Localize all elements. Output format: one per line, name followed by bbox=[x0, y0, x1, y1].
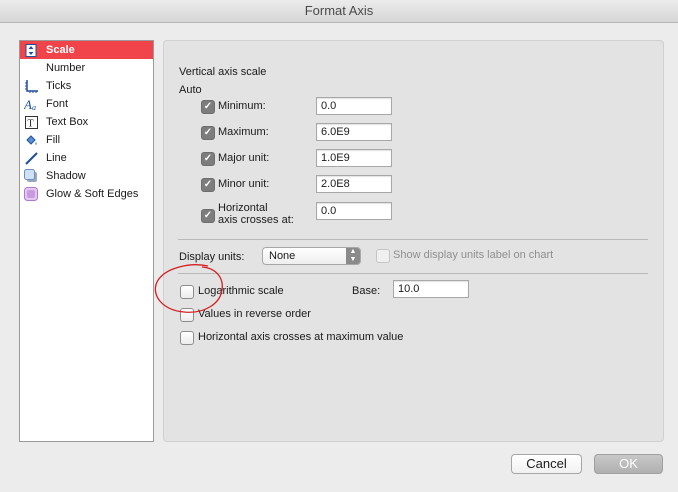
major-unit-auto-checkbox[interactable]: ✓ bbox=[201, 152, 215, 166]
minimum-label: Minimum: bbox=[218, 100, 266, 112]
divider bbox=[178, 239, 648, 240]
sidebar-item-label: Glow & Soft Edges bbox=[46, 188, 139, 200]
annotation-circle bbox=[154, 264, 223, 313]
text-box-icon: T bbox=[24, 115, 38, 129]
svg-text:T: T bbox=[27, 118, 33, 129]
minor-unit-auto-checkbox[interactable]: ✓ bbox=[201, 178, 215, 192]
sidebar-item-fill[interactable]: Fill bbox=[20, 131, 153, 149]
maximum-label: Maximum: bbox=[218, 126, 269, 138]
minimum-field[interactable] bbox=[316, 97, 392, 115]
horizontal-crosses-field[interactable] bbox=[316, 202, 392, 220]
horizontal-crosses-auto-checkbox[interactable]: ✓ bbox=[201, 209, 215, 223]
scale-panel: Vertical axis scale Auto ✓ Minimum: ✓ Ma… bbox=[163, 40, 664, 442]
cancel-button[interactable]: Cancel bbox=[511, 454, 582, 474]
show-units-label-checkbox[interactable] bbox=[376, 249, 390, 263]
sidebar-item-glow[interactable]: Glow & Soft Edges bbox=[20, 185, 153, 203]
minimum-auto-checkbox[interactable]: ✓ bbox=[201, 100, 215, 114]
show-units-label-text: Show display units label on chart bbox=[393, 249, 554, 261]
sidebar-item-label: Font bbox=[46, 98, 69, 110]
scale-heading: Vertical axis scale bbox=[179, 66, 267, 78]
maximum-auto-checkbox[interactable]: ✓ bbox=[201, 126, 215, 140]
major-unit-field[interactable] bbox=[316, 149, 392, 167]
line-icon bbox=[24, 151, 38, 165]
sidebar-item-label: Text Box bbox=[46, 116, 89, 128]
glow-icon bbox=[24, 187, 38, 201]
divider bbox=[178, 273, 648, 274]
ok-button[interactable]: OK bbox=[594, 454, 663, 474]
ticks-icon bbox=[24, 79, 38, 93]
sidebar-item-label: Scale bbox=[46, 44, 75, 56]
horizontal-crosses-label-line1: Horizontal bbox=[218, 202, 268, 214]
sidebar-item-text-box[interactable]: T Text Box bbox=[20, 113, 153, 131]
major-unit-label: Major unit: bbox=[218, 152, 270, 164]
svg-text:A: A bbox=[24, 97, 32, 111]
sidebar-item-line[interactable]: Line bbox=[20, 149, 153, 167]
sidebar-item-number[interactable]: Number bbox=[20, 59, 153, 77]
sidebar-item-label: Shadow bbox=[46, 170, 86, 182]
sidebar-item-label: Ticks bbox=[46, 80, 72, 92]
maximum-field[interactable] bbox=[316, 123, 392, 141]
fill-bucket-icon bbox=[24, 133, 38, 147]
sidebar-item-scale[interactable]: Scale bbox=[20, 41, 153, 59]
category-sidebar: Scale Number Ticks Aa Font T Text Box Fi… bbox=[19, 40, 154, 442]
display-units-select[interactable]: None ▲ ▼ bbox=[262, 247, 361, 265]
crosses-max-label: Horizontal axis crosses at maximum value bbox=[198, 331, 404, 343]
font-icon: Aa bbox=[24, 97, 38, 111]
minor-unit-label: Minor unit: bbox=[218, 178, 270, 190]
svg-text:a: a bbox=[32, 103, 36, 111]
base-field[interactable] bbox=[393, 280, 469, 298]
auto-label: Auto bbox=[179, 84, 202, 96]
horizontal-crosses-label: Horizontal axis crosses at: bbox=[218, 202, 294, 226]
crosses-max-checkbox[interactable] bbox=[180, 331, 194, 345]
sidebar-item-font[interactable]: Aa Font bbox=[20, 95, 153, 113]
scale-icon bbox=[24, 43, 38, 57]
display-units-value: None bbox=[269, 250, 296, 262]
sidebar-item-label: Number bbox=[46, 62, 86, 74]
sidebar-item-label: Fill bbox=[46, 134, 61, 146]
sidebar-item-shadow[interactable]: Shadow bbox=[20, 167, 153, 185]
window-title: Format Axis bbox=[304, 3, 374, 18]
base-label: Base: bbox=[352, 285, 381, 297]
chevron-up-down-icon: ▲ ▼ bbox=[346, 248, 360, 264]
horizontal-crosses-label-line2: axis crosses at: bbox=[218, 214, 294, 226]
minor-unit-field[interactable] bbox=[316, 175, 392, 193]
sidebar-item-label: Line bbox=[46, 152, 67, 164]
shadow-icon bbox=[24, 169, 38, 183]
sidebar-item-ticks[interactable]: Ticks bbox=[20, 77, 153, 95]
window-title-bar: Format Axis bbox=[0, 0, 678, 23]
